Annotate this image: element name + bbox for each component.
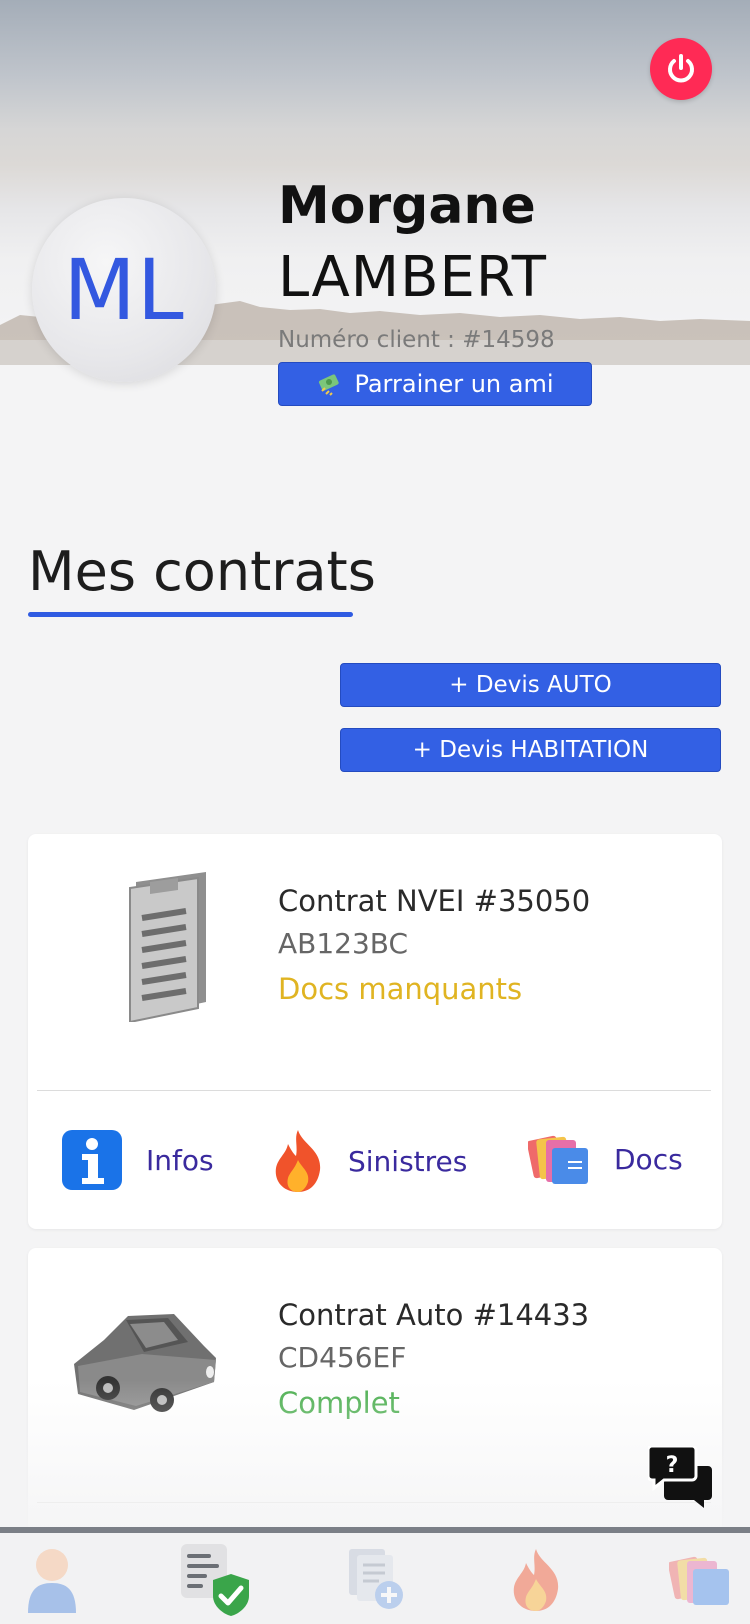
- new-document-icon: [349, 1549, 403, 1609]
- svg-text:?: ?: [666, 1453, 679, 1478]
- infos-action[interactable]: Infos: [62, 1130, 214, 1190]
- car-icon: [74, 1314, 216, 1412]
- tab-documents[interactable]: [660, 1543, 740, 1617]
- fire-icon: [275, 1130, 321, 1192]
- claims-label: Sinistres: [348, 1144, 468, 1178]
- contract-status: Complet: [278, 1386, 400, 1420]
- bottom-tabbar: [0, 1533, 750, 1624]
- power-icon: [668, 54, 694, 83]
- avatar: ML: [32, 198, 216, 382]
- avatar-initials: ML: [63, 241, 185, 339]
- quote-auto-button[interactable]: + Devis AUTO: [340, 663, 721, 707]
- referral-button[interactable]: Parrainer un ami: [278, 362, 592, 406]
- referral-label: Parrainer un ami: [354, 370, 554, 398]
- contract-plate: CD456EF: [278, 1341, 407, 1374]
- folders-icon: [669, 1556, 729, 1605]
- contracts-icon: [181, 1544, 249, 1616]
- docs-action[interactable]: Docs: [528, 1130, 683, 1188]
- quote-home-button[interactable]: + Devis HABITATION: [340, 728, 721, 772]
- contract-status: Docs manquants: [278, 972, 523, 1006]
- clipboard-icon: [129, 872, 206, 1022]
- profile-header: ML Morgane LAMBERT Numéro client : #1459…: [0, 0, 750, 500]
- contract-card[interactable]: Contrat NVEI #35050 AB123BC Docs manquan…: [28, 834, 722, 1229]
- contract-card[interactable]: Contrat Auto #14433 CD456EF Complet: [28, 1248, 722, 1548]
- profile-icon: [28, 1549, 76, 1613]
- help-chat-icon: ?: [646, 1444, 712, 1508]
- tab-claims[interactable]: [496, 1543, 576, 1617]
- money-icon: [319, 374, 340, 396]
- client-number: Numéro client : #14598: [278, 327, 555, 353]
- tab-new-document[interactable]: [334, 1543, 414, 1617]
- card-divider: [37, 1502, 711, 1503]
- infos-label: Infos: [146, 1143, 214, 1177]
- contracts-heading: Mes contrats: [28, 540, 376, 603]
- last-name: LAMBERT: [278, 245, 547, 310]
- contract-plate: AB123BC: [278, 927, 409, 960]
- folders-icon: [528, 1135, 588, 1184]
- tab-contracts[interactable]: [175, 1543, 255, 1617]
- tab-profile[interactable]: [12, 1543, 92, 1617]
- heading-underline: [28, 612, 353, 617]
- logout-button[interactable]: [650, 38, 712, 100]
- contract-title: Contrat Auto #14433: [278, 1298, 590, 1332]
- contract-title: Contrat NVEI #35050: [278, 884, 591, 918]
- claims-action[interactable]: Sinistres: [272, 1130, 467, 1192]
- info-icon: [62, 1130, 122, 1190]
- first-name: Morgane: [278, 176, 536, 236]
- card-divider: [37, 1090, 711, 1091]
- docs-label: Docs: [614, 1142, 683, 1176]
- claims-fire-icon: [513, 1549, 559, 1611]
- help-chat-button[interactable]: ?: [646, 1444, 712, 1512]
